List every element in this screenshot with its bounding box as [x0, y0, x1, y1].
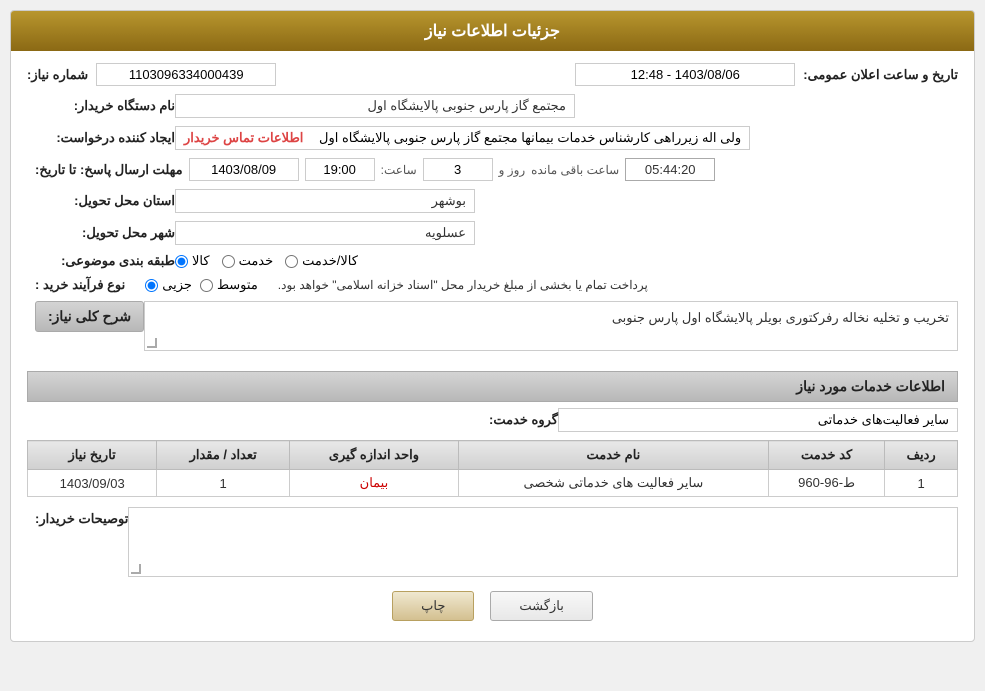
service-group-value: سایر فعالیت‌های خدماتی [558, 408, 958, 432]
creator-label: ایجاد کننده درخواست: [35, 130, 175, 146]
col-unit: واحد اندازه گیری [290, 441, 459, 470]
deadline-days-value: 3 [423, 158, 493, 181]
purchase-mottavasset-label: متوسط [217, 277, 258, 293]
buyer-notes-box [128, 507, 958, 577]
description-resize-handle[interactable] [147, 338, 157, 348]
category-khedmat-label: خدمت [239, 253, 274, 269]
purchase-note: پرداخت تمام یا بخشی از مبلغ خریدار محل "… [278, 278, 648, 292]
category-kala-radio[interactable] [175, 255, 188, 268]
deadline-row: 05:44:20 ساعت باقی مانده روز و 3 ساعت: 1… [27, 158, 958, 181]
purchase-mottavasset-item[interactable]: متوسط [200, 277, 258, 293]
buyer-notes-row: توصیحات خریدار: [27, 507, 958, 577]
shmaare-section: 1103096334000439 شماره نیاز: [27, 63, 276, 86]
col-qty: تعداد / مقدار [157, 441, 290, 470]
deadline-date-value: 1403/08/09 [189, 158, 299, 181]
category-kala-item[interactable]: کالا [175, 253, 210, 269]
city-row: عسلویه شهر محل تحویل: [27, 221, 958, 245]
category-label: طبقه بندی موضوعی: [35, 253, 175, 269]
category-khedmat-radio[interactable] [222, 255, 235, 268]
deadline-time-value: 19:00 [305, 158, 375, 181]
table-row: 1ط-96-960سایر فعالیت های خدماتی شخصیبیما… [28, 470, 958, 497]
deadline-time-label: ساعت: [381, 163, 417, 177]
announce-value: 1403/08/06 - 12:48 [575, 63, 795, 86]
countdown-value: 05:44:20 [625, 158, 715, 181]
purchase-mottavasset-radio[interactable] [200, 279, 213, 292]
purchase-row: پرداخت تمام یا بخشی از مبلغ خریدار محل "… [27, 277, 958, 293]
col-radif: ردیف [885, 441, 958, 470]
category-kala-khedmat-radio[interactable] [285, 255, 298, 268]
city-label: شهر محل تحویل: [35, 225, 175, 241]
purchase-jozii-radio[interactable] [145, 279, 158, 292]
category-kala-khedmat-label: کالا/خدمت [302, 253, 358, 269]
col-name: نام خدمت [458, 441, 768, 470]
service-group-label: گروه خدمت: [478, 412, 558, 428]
province-label: استان محل تحویل: [35, 193, 175, 209]
page-header: جزئیات اطلاعات نیاز [11, 11, 974, 51]
category-radio-group: کالا/خدمت خدمت کالا [175, 253, 358, 269]
buyer-notes-resize-handle[interactable] [131, 564, 141, 574]
province-value: بوشهر [175, 189, 475, 213]
category-row: کالا/خدمت خدمت کالا طبقه بندی موضوعی: [27, 253, 958, 269]
buttons-row: بازگشت چاپ [27, 591, 958, 621]
creator-contact-link[interactable]: اطلاعات تماس خریدار [184, 130, 303, 146]
col-code: کد خدمت [768, 441, 884, 470]
col-date: تاریخ نیاز [28, 441, 157, 470]
services-table: ردیف کد خدمت نام خدمت واحد اندازه گیری ت… [27, 440, 958, 497]
announce-label: تاریخ و ساعت اعلان عمومی: [803, 67, 958, 83]
purchase-jozii-item[interactable]: جزیی [145, 277, 192, 293]
buyer-name-label: نام دستگاه خریدار: [35, 98, 175, 114]
province-row: بوشهر استان محل تحویل: [27, 189, 958, 213]
days-connector-label: روز و [499, 163, 526, 177]
buyer-name-row: مجتمع گاز پارس جنوبی پالایشگاه اول نام د… [27, 94, 958, 118]
city-value: عسلویه [175, 221, 475, 245]
buyer-notes-label: توصیحات خریدار: [35, 507, 128, 527]
creator-row: ولی اله زیرراهی کارشناس خدمات بیمانها مج… [27, 126, 958, 150]
category-kala-khedmat-item[interactable]: کالا/خدمت [285, 253, 358, 269]
buyer-name-value: مجتمع گاز پارس جنوبی پالایشگاه اول [175, 94, 575, 118]
description-box: تخریب و تخلیه نخاله رفرکتوری بویلر پالای… [144, 301, 958, 351]
service-group-row: سایر فعالیت‌های خدماتی گروه خدمت: [27, 408, 958, 432]
purchase-type-label: نوع فرآیند خرید : [35, 277, 125, 293]
service-unit-link[interactable]: بیمان [360, 475, 389, 490]
services-section-header: اطلاعات خدمات مورد نیاز [27, 371, 958, 402]
announce-section: تاریخ و ساعت اعلان عمومی: 1403/08/06 - 1… [575, 63, 958, 86]
countdown-label: ساعت باقی مانده [531, 163, 619, 177]
shmaare-announce-row: تاریخ و ساعت اعلان عمومی: 1403/08/06 - 1… [27, 63, 958, 86]
category-kala-label: کالا [192, 253, 210, 269]
description-value: تخریب و تخلیه نخاله رفرکتوری بویلر پالای… [612, 310, 949, 325]
shmaare-niaz-label: شماره نیاز: [27, 67, 88, 83]
deadline-label: مهلت ارسال پاسخ: تا تاریخ: [35, 162, 183, 178]
back-button[interactable]: بازگشت [490, 591, 592, 621]
category-khedmat-item[interactable]: خدمت [222, 253, 274, 269]
shmaare-niaz-value: 1103096334000439 [96, 63, 276, 86]
purchase-radio-group: متوسط جزیی [145, 277, 258, 293]
description-section-label: شرح کلی نیاز: [35, 301, 144, 332]
purchase-jozii-label: جزیی [162, 277, 192, 293]
creator-value: ولی اله زیرراهی کارشناس خدمات بیمانها مج… [319, 130, 741, 146]
print-button[interactable]: چاپ [392, 591, 474, 621]
